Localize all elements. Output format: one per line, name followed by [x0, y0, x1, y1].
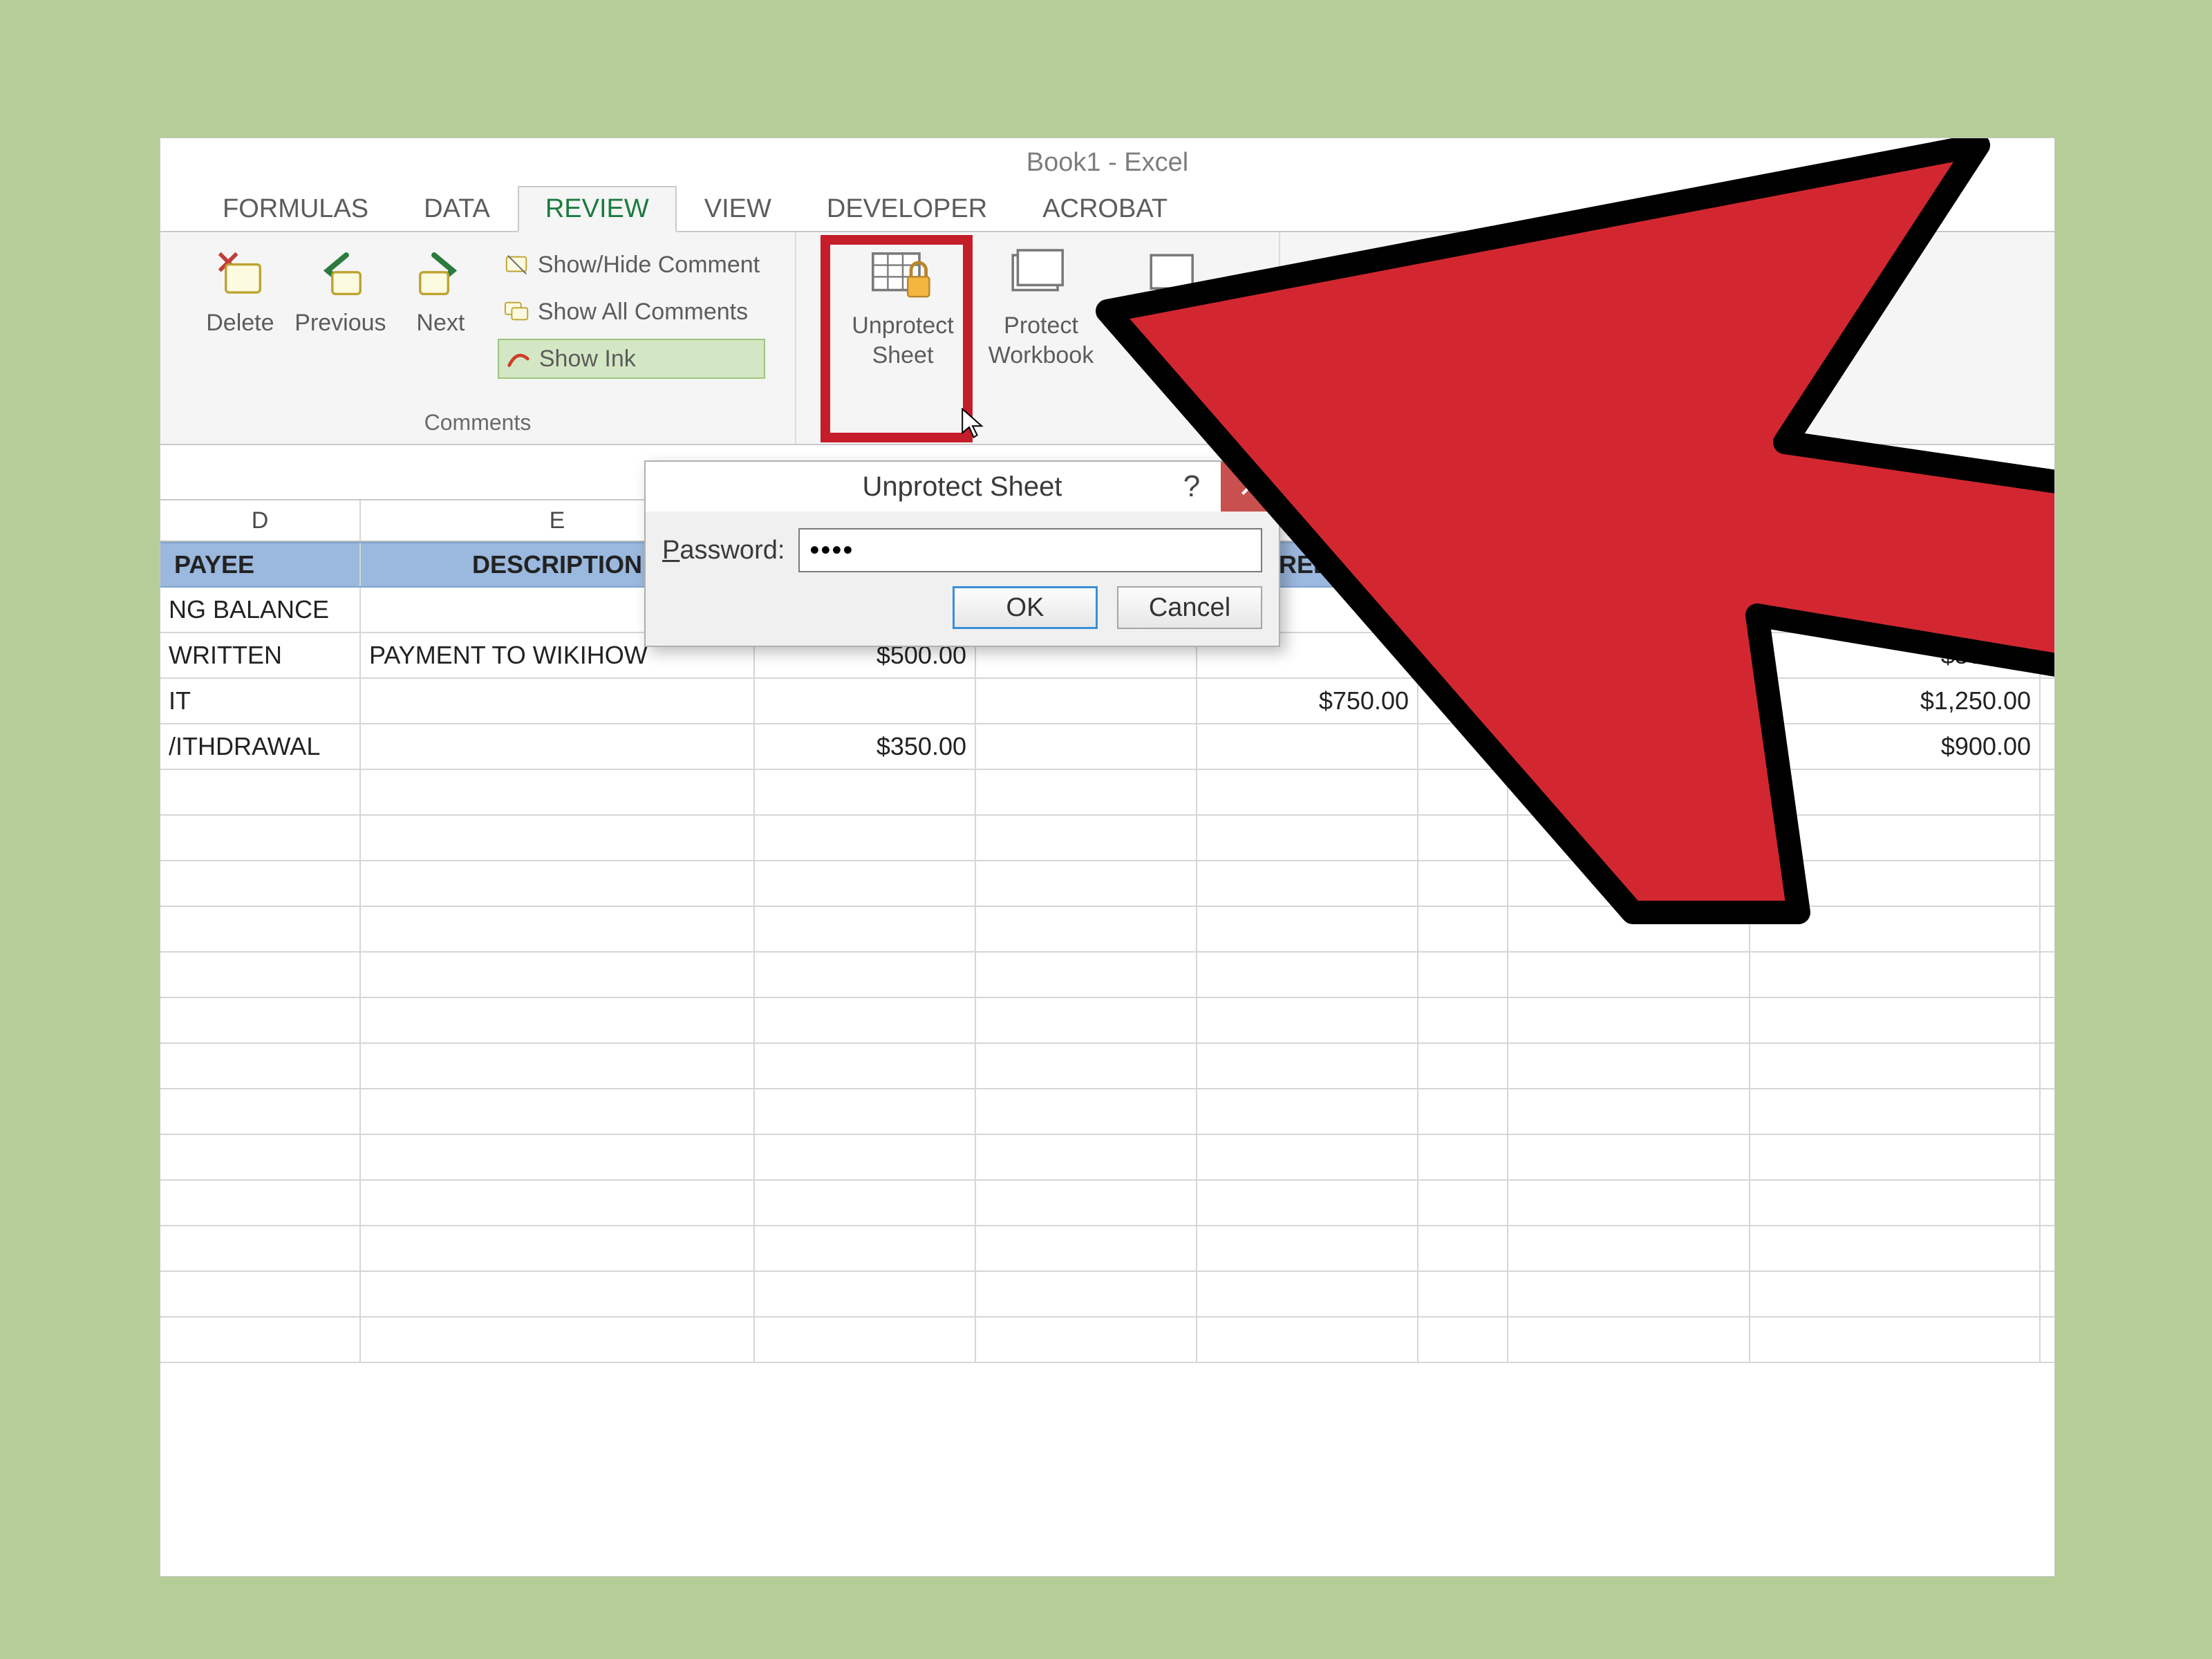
password-input[interactable] — [798, 528, 1262, 572]
cell[interactable]: $750.00 — [1197, 679, 1418, 723]
protect-workbook-icon — [1006, 247, 1076, 303]
unprotect-sheet-button[interactable]: Unprotect Sheet — [834, 241, 972, 420]
comments-group-label: Comments — [424, 410, 532, 440]
table-row[interactable] — [160, 1318, 2054, 1363]
table-row[interactable] — [160, 1089, 2054, 1135]
cell[interactable] — [1418, 588, 1508, 632]
table-row[interactable] — [160, 1272, 2054, 1318]
protect-workbook-label: Protect Workbook — [988, 311, 1094, 370]
excel-window: Book1 - Excel FORMULAS DATA REVIEW VIEW … — [160, 138, 2054, 1576]
show-hide-comment-button[interactable]: Show/Hide Comment — [498, 245, 765, 285]
cell[interactable] — [1508, 633, 1750, 677]
table-row[interactable] — [160, 861, 2054, 907]
cell[interactable] — [1418, 724, 1508, 769]
table-row[interactable] — [160, 998, 2054, 1044]
tab-review[interactable]: REVIEW — [518, 186, 677, 232]
cell[interactable] — [1197, 724, 1418, 769]
tab-developer[interactable]: DEVELOPER — [799, 186, 1015, 232]
table-row[interactable] — [160, 1044, 2054, 1089]
show-all-comments-button[interactable]: Show All Comments — [498, 292, 765, 332]
column-header-i[interactable]: I — [1418, 500, 1508, 541]
delete-label: Delete — [206, 310, 274, 337]
cancel-button[interactable]: Cancel — [1117, 586, 1262, 629]
cell[interactable] — [976, 724, 1197, 769]
next-comment-button[interactable]: Next — [391, 241, 491, 393]
comment-toggle-icon — [503, 251, 531, 279]
cell[interactable] — [755, 679, 976, 723]
next-icon — [413, 246, 468, 301]
tab-acrobat[interactable]: ACROBAT — [1015, 186, 1195, 232]
ok-button[interactable]: OK — [953, 586, 1098, 629]
unprotect-sheet-label: Unprotect Sheet — [852, 311, 953, 370]
table-row[interactable] — [160, 953, 2054, 998]
previous-comment-button[interactable]: Previous — [290, 241, 391, 393]
tab-view[interactable]: VIEW — [677, 186, 799, 232]
previous-label: Previous — [294, 310, 386, 337]
table-row[interactable] — [160, 816, 2054, 861]
column-header-k[interactable]: K — [1750, 500, 2041, 541]
cell[interactable]: $1,000.00 — [1750, 588, 2041, 632]
cell[interactable]: $500.00 — [1750, 633, 2041, 677]
table-row[interactable]: IT $750.00 $1,250.00 — [160, 679, 2054, 724]
window-title: Book1 - Excel — [160, 138, 2054, 187]
table-row[interactable]: /ITHDRAWAL $350.00 $900.00 — [160, 724, 2054, 770]
next-label: Next — [416, 310, 465, 337]
dialog-close-button[interactable] — [1221, 462, 1279, 512]
ribbon-tabs: FORMULAS DATA REVIEW VIEW DEVELOPER ACRO… — [160, 187, 2054, 232]
cell[interactable] — [1508, 679, 1750, 723]
table-row[interactable] — [160, 907, 2054, 953]
cell[interactable] — [361, 724, 755, 769]
cell[interactable] — [1508, 588, 1750, 632]
unprotect-sheet-dialog: Unprotect Sheet ? Password: OK Cancel — [644, 460, 1280, 647]
password-label: Password: — [662, 536, 785, 565]
header-income: IN — [1508, 543, 1750, 586]
ribbon-group-protect: Unprotect Sheet Protect Workbook — [796, 232, 1280, 444]
share-workbook-button[interactable]: W — [1110, 241, 1248, 420]
show-ink-button[interactable]: Show Ink — [498, 339, 765, 379]
cell[interactable] — [976, 679, 1197, 723]
unprotect-sheet-icon — [868, 247, 937, 303]
cell[interactable] — [1418, 679, 1508, 723]
cell[interactable]: $350.00 — [755, 724, 976, 769]
cell[interactable] — [361, 679, 755, 723]
previous-icon — [312, 246, 368, 301]
ribbon: Delete Previous Next — [160, 231, 2054, 445]
spreadsheet-grid[interactable]: PAYEE DESCRIPTION DEBIT EXPENSE CREDIT I… — [160, 542, 2054, 1363]
ribbon-group-comments: Delete Previous Next — [160, 232, 796, 444]
cell[interactable]: $1,250.00 — [1750, 679, 2041, 723]
delete-comment-button[interactable]: Delete — [190, 241, 290, 393]
table-row[interactable] — [160, 1135, 2054, 1181]
ink-icon — [505, 345, 532, 373]
tab-data[interactable]: DATA — [396, 186, 518, 232]
header-balance: BALANCE — [1750, 543, 2041, 586]
share-workbook-icon — [1145, 247, 1214, 303]
help-icon: ? — [1183, 469, 1200, 504]
show-all-comments-label: Show All Comments — [538, 299, 748, 326]
column-header-d[interactable]: D — [160, 500, 361, 541]
table-row[interactable] — [160, 1181, 2054, 1226]
column-header-j[interactable] — [1508, 500, 1750, 541]
cell[interactable] — [1508, 724, 1750, 769]
cell[interactable] — [1418, 633, 1508, 677]
dialog-help-button[interactable]: ? — [1167, 462, 1217, 512]
comments-all-icon — [503, 298, 531, 326]
cell[interactable]: NG BALANCE — [160, 588, 361, 632]
cell[interactable]: $900.00 — [1750, 724, 2041, 769]
tab-formulas[interactable]: FORMULAS — [195, 186, 396, 232]
delete-icon — [212, 246, 268, 301]
protect-workbook-button[interactable]: Protect Workbook — [972, 241, 1110, 420]
table-row[interactable] — [160, 1226, 2054, 1272]
cell[interactable]: WRITTEN — [160, 633, 361, 677]
cell[interactable]: /ITHDRAWAL — [160, 724, 361, 769]
share-workbook-label: W — [1168, 311, 1190, 341]
table-row[interactable] — [160, 770, 2054, 816]
dialog-title-text: Unprotect Sheet — [862, 471, 1062, 503]
cell[interactable]: IT — [160, 679, 361, 723]
header-blank-i — [1418, 543, 1508, 586]
header-payee: PAYEE — [160, 543, 361, 586]
show-hide-comment-label: Show/Hide Comment — [538, 252, 760, 279]
show-ink-label: Show Ink — [539, 346, 636, 373]
dialog-title: Unprotect Sheet ? — [646, 462, 1279, 512]
